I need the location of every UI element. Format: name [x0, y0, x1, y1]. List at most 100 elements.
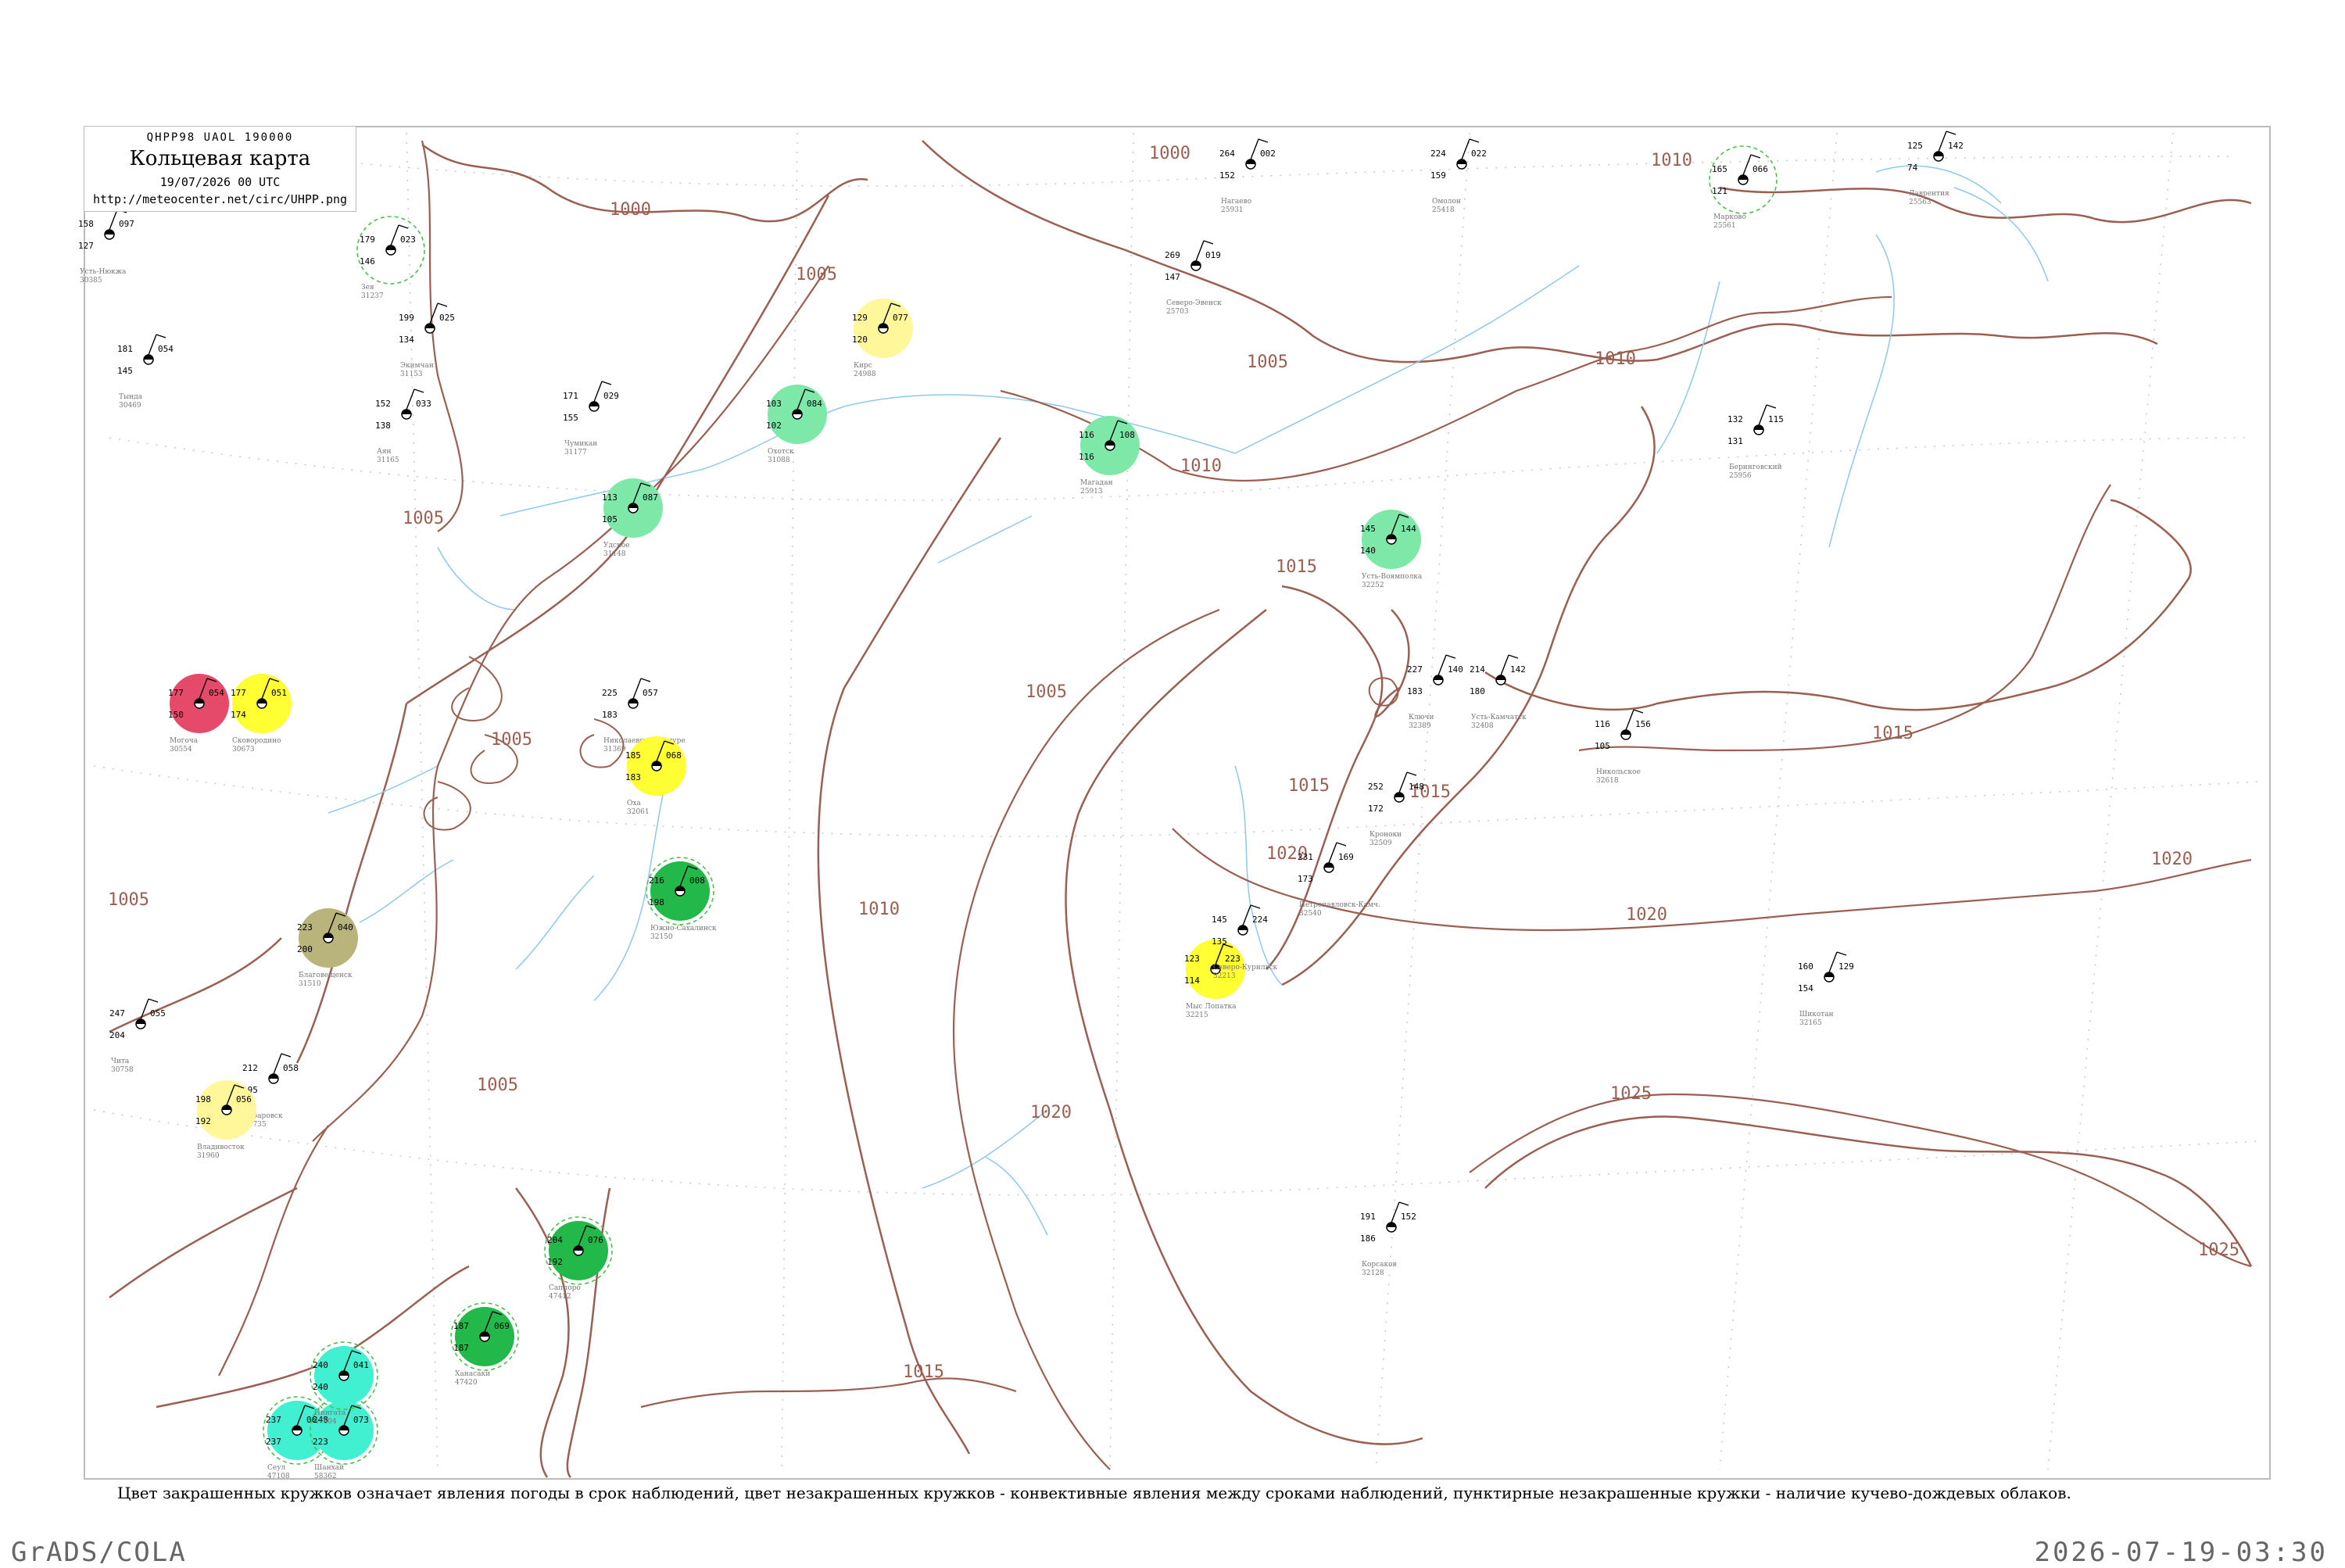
station-pressure: 148: [1409, 782, 1424, 792]
station-temperature: 223: [297, 922, 313, 933]
station-dewpoint: 154: [1798, 983, 1813, 993]
weather-map: 1000 1000 1010 1005 1005 1010 1010 1005 …: [78, 126, 2271, 1480]
station-pressure: 054: [158, 344, 174, 354]
station-index: 32618: [1596, 777, 1619, 785]
station-name: Охотск: [768, 448, 794, 456]
station-temperature: 240: [313, 1360, 328, 1370]
station-dewpoint: 186: [1360, 1233, 1376, 1244]
station-pressure: 029: [603, 391, 619, 401]
station-dewpoint: 237: [266, 1437, 281, 1447]
map-caption: Цвет закрашенных кружков означает явлени…: [117, 1484, 2071, 1502]
isobar-label: 1010: [1595, 349, 1636, 369]
station-dewpoint: 174: [231, 710, 246, 720]
station-temperature: 145: [1212, 915, 1227, 925]
station-index: 30554: [170, 746, 192, 754]
station-dewpoint: 145: [117, 366, 133, 376]
station-index: 31510: [299, 980, 321, 988]
station-temperature: 216: [649, 875, 664, 886]
map-legend: QHPP98 UAOL 190000 Кольцевая карта 19/07…: [84, 127, 356, 212]
station-name: Чумикан: [564, 440, 597, 448]
station-dewpoint: 127: [78, 241, 94, 251]
station-pressure: 076: [588, 1235, 603, 1245]
station-dewpoint: 183: [602, 710, 618, 720]
station-name: Мыс Лопатка: [1186, 1003, 1237, 1011]
isobar-label: 1015: [903, 1362, 944, 1382]
isobar-label: 1005: [1026, 682, 1067, 702]
station-index: 32540: [1299, 910, 1322, 918]
station-temperature: 204: [547, 1235, 563, 1245]
isobar-label: 1000: [1149, 144, 1190, 163]
software-label: GrADS/COLA: [11, 1537, 187, 1568]
station-dewpoint: 120: [852, 335, 868, 345]
station-name: Шикотан: [1799, 1011, 1834, 1018]
station-plot: 187 069 187 Ханасаки47420: [450, 1302, 519, 1387]
station-plot: 181 054 145 Тында30469: [117, 334, 174, 410]
station-dewpoint: 121: [1712, 186, 1727, 196]
station-pressure: 142: [1948, 141, 1964, 151]
station-index: 58362: [314, 1473, 337, 1480]
station-temperature: 177: [231, 688, 246, 698]
isobar-label: 1020: [2151, 850, 2193, 869]
station-dewpoint: 183: [1407, 686, 1423, 696]
isobar-label: 1005: [1247, 353, 1288, 372]
station-dewpoint: 140: [1360, 546, 1376, 556]
station-name: Оха: [627, 800, 641, 807]
station-index: 25418: [1432, 206, 1455, 214]
station-temperature: 132: [1727, 414, 1743, 424]
station-name: Саппоро: [549, 1284, 581, 1292]
station-plot: 247 055 204 Чита30758: [109, 998, 166, 1074]
station-dewpoint: 240: [313, 1382, 328, 1392]
station-temperature: 125: [1907, 141, 1923, 151]
station-dewpoint: 183: [625, 772, 641, 782]
station-temperature: 171: [563, 391, 578, 401]
station-dewpoint: 150: [168, 710, 184, 720]
station-index: 32252: [1362, 582, 1384, 589]
isobar-label: 1025: [2198, 1240, 2239, 1260]
isobar-label: 1005: [108, 890, 149, 910]
station-plot: 264 002 152 Нагаево25931: [1219, 138, 1276, 214]
source-url[interactable]: http://meteocenter.net/circ/UHPP.png: [84, 192, 356, 206]
station-index: 24988: [854, 371, 876, 378]
station-dewpoint: 152: [1219, 170, 1235, 181]
station-index: 31177: [564, 449, 587, 456]
station-name: Тында: [119, 393, 143, 401]
station-dewpoint: 134: [399, 335, 414, 345]
station-pressure: 040: [338, 922, 353, 933]
bulletin-code: QHPP98 UAOL 190000: [146, 131, 294, 144]
station-pressure: 169: [1338, 852, 1354, 862]
station-index: 32150: [650, 933, 673, 941]
station-name: Аян: [377, 448, 392, 456]
station-index: 31237: [361, 292, 384, 300]
station-dewpoint: 187: [453, 1343, 469, 1353]
station-plot: 165 066 121 Марково25561: [1709, 145, 1778, 230]
station-pressure: 041: [353, 1360, 369, 1370]
station-name: Благовещенск: [299, 972, 353, 979]
isobar-label: 1020: [1626, 905, 1667, 925]
station-plot: 252 148 172 Кроноки32509: [1368, 771, 1424, 847]
station-pressure: 025: [439, 313, 455, 323]
station-dewpoint: 180: [1470, 686, 1485, 696]
station-name: Северо-Эвенск: [1166, 299, 1222, 307]
station-name: Магадан: [1080, 479, 1113, 487]
station-index: 31960: [197, 1152, 220, 1160]
station-name: Нагаево: [1221, 198, 1251, 206]
isobars: [218, 140, 2252, 1470]
station-name: Марково: [1713, 213, 1746, 221]
station-index: 31088: [768, 456, 790, 464]
station-pressure: 019: [1205, 250, 1221, 260]
station-plot: 158 097 127 Усть-Нюкжа30385: [78, 209, 134, 285]
station-name: Ниигата: [314, 1409, 346, 1417]
station-name: Чита: [111, 1058, 130, 1065]
station-pressure: 054: [209, 688, 224, 698]
station-temperature: 224: [1430, 149, 1446, 159]
station-pressure: 058: [283, 1063, 299, 1073]
station-name: Удское: [603, 542, 629, 550]
station-plot: 224 022 159 Омолон25418: [1430, 138, 1487, 214]
station-name: Ханасаки: [455, 1370, 490, 1378]
station-temperature: 145: [1360, 524, 1376, 534]
station-pressure: 051: [271, 688, 287, 698]
station-temperature: 113: [602, 492, 618, 503]
station-pressure: 055: [150, 1008, 166, 1018]
station-plot: 191 152 186 Корсаков32128: [1360, 1201, 1416, 1277]
station-plot: 214 142 180 Усть-Камчатск32408: [1470, 654, 1527, 730]
